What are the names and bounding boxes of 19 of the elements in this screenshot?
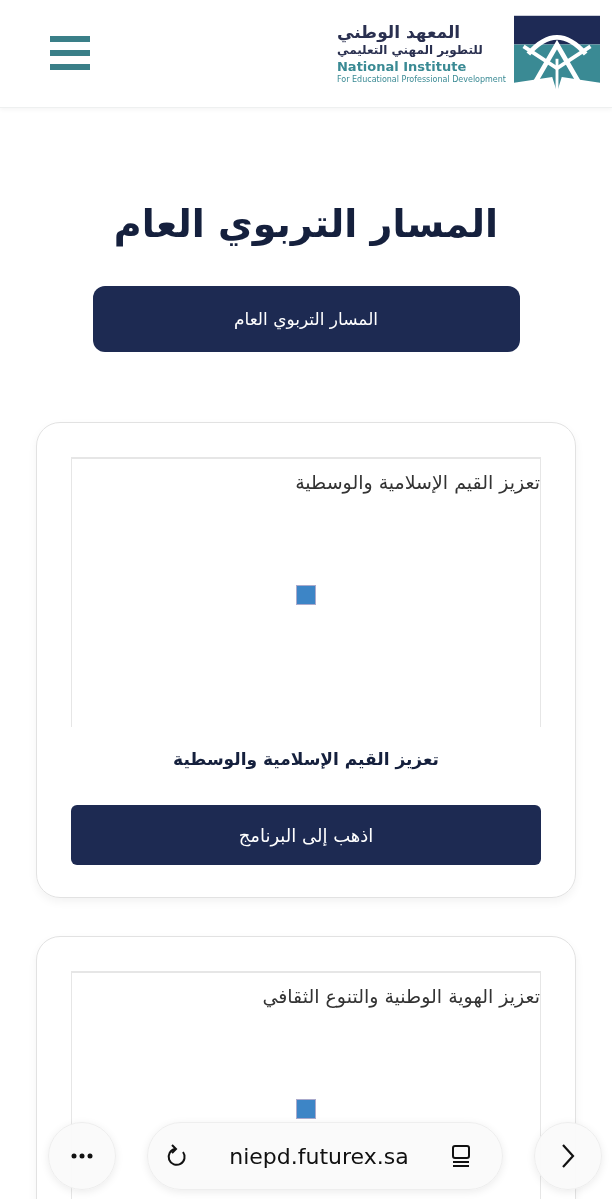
url-text: niepd.futurex.sa	[229, 1143, 409, 1169]
page-title: المسار التربوي العام	[113, 201, 499, 249]
address-bar[interactable]: niepd.futurex.sa	[147, 1122, 503, 1190]
logo-arabic-subtitle: للتطوير المهني التعليمي	[337, 43, 483, 59]
logo-arabic-name: المعهد الوطني	[337, 22, 461, 42]
more-icon	[71, 1153, 93, 1159]
chevron-right-icon	[561, 1143, 575, 1169]
program-title: تعزيز القيم الإسلامية والوسطية	[173, 749, 439, 769]
logo-icon	[514, 14, 600, 93]
reader-icon[interactable]	[450, 1144, 472, 1168]
track-button[interactable]: المسار التربوي العام	[92, 286, 520, 352]
logo-english-subtitle: For Educational Professional Development	[337, 75, 506, 85]
reload-icon[interactable]	[166, 1144, 188, 1168]
menu-icon	[50, 35, 90, 72]
menu-button[interactable]	[50, 35, 90, 72]
program-button[interactable]: اذهب إلى البرنامج	[71, 805, 541, 865]
embedded-title: تعزيز القيم الإسلامية والوسطية	[295, 471, 540, 493]
logo-english-name: National Institute	[337, 59, 467, 75]
embedded-title: تعزيز الهوية الوطنية والتنوع الثقافي	[262, 985, 540, 1007]
